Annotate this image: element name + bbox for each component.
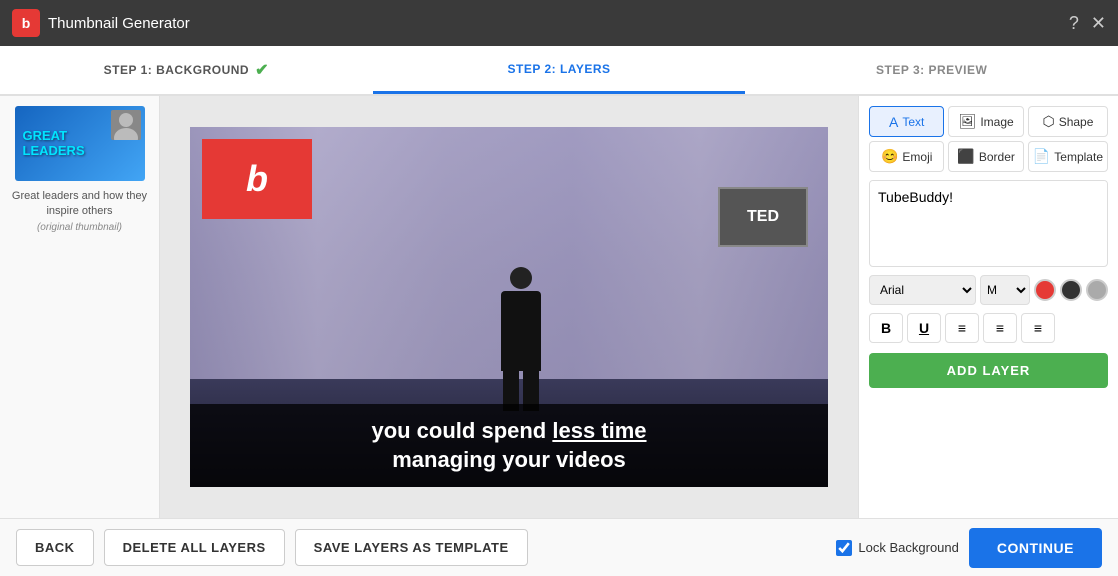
steps-bar: STEP 1: BACKGROUND ✔ STEP 2: LAYERS STEP… <box>0 46 1118 96</box>
person-body <box>501 291 541 371</box>
add-layer-button[interactable]: ADD LAYER <box>869 353 1108 388</box>
border-icon: ⬛ <box>957 148 974 165</box>
font-color-red[interactable] <box>1034 279 1056 301</box>
image-icon: 🖼 <box>959 113 977 130</box>
lock-background-label[interactable]: Lock Background <box>836 540 958 556</box>
step2-tab[interactable]: STEP 2: LAYERS <box>373 46 746 94</box>
title-bar: b Thumbnail Generator ? ✕ <box>0 0 1118 46</box>
delete-all-button[interactable]: DELETE ALL LAYERS <box>104 529 285 566</box>
canvas-area: TED b you could <box>160 96 858 518</box>
sidebar-caption-sub: (original thumbnail) <box>37 222 122 233</box>
title-bar-right: ? ✕ <box>1069 13 1106 34</box>
person-head <box>510 267 532 289</box>
sidebar-caption: Great leaders and how they inspire other… <box>10 189 149 220</box>
lock-background-text: Lock Background <box>858 540 958 555</box>
layer-buttons: A Text 🖼 Image ⬡ Shape 😊 Emoji ⬛ Bor <box>869 106 1108 172</box>
footer: BACK DELETE ALL LAYERS SAVE LAYERS AS TE… <box>0 518 1118 576</box>
font-color-dark[interactable] <box>1060 279 1082 301</box>
thumbnail-face <box>111 110 141 140</box>
font-color-gray[interactable] <box>1086 279 1108 301</box>
text-input-wrapper: TubeBuddy! <box>869 180 1108 267</box>
text-icon: A <box>889 114 898 130</box>
ted-screen: TED <box>718 187 808 247</box>
thumbnail-image: GREATLEADERS <box>15 106 145 181</box>
font-controls: Arial Georgia Helvetica M B L <box>869 275 1108 305</box>
align-center-button[interactable]: ≡ <box>983 313 1017 343</box>
emoji-icon: 😊 <box>881 148 898 165</box>
template-layer-button[interactable]: 📄 Template <box>1028 141 1108 172</box>
back-button[interactable]: BACK <box>16 529 94 566</box>
align-right-button[interactable]: ≡ <box>1021 313 1055 343</box>
format-controls: B U ≡ ≡ ≡ <box>869 313 1108 343</box>
shape-icon: ⬡ <box>1042 113 1054 130</box>
app-window: b Thumbnail Generator ? ✕ STEP 1: BACKGR… <box>0 0 1118 576</box>
app-logo: b <box>12 9 40 37</box>
title-bar-left: b Thumbnail Generator <box>12 9 190 37</box>
canvas-image: TED b you could <box>190 127 828 487</box>
font-family-select[interactable]: Arial Georgia Helvetica <box>869 275 976 305</box>
template-icon: 📄 <box>1033 148 1050 165</box>
shape-layer-button[interactable]: ⬡ Shape <box>1028 106 1108 137</box>
thumbnail-preview: GREATLEADERS <box>15 106 145 181</box>
continue-button[interactable]: CONTINUE <box>969 528 1102 568</box>
emoji-layer-button[interactable]: 😊 Emoji <box>869 141 944 172</box>
close-icon[interactable]: ✕ <box>1091 13 1106 34</box>
caption-bar: you could spend less time managing your … <box>190 404 828 487</box>
app-title: Thumbnail Generator <box>48 15 190 32</box>
logo-text: b <box>246 158 268 200</box>
save-template-button[interactable]: SAVE LAYERS AS TEMPLATE <box>295 529 528 566</box>
align-left-button[interactable]: ≡ <box>945 313 979 343</box>
font-weight-select[interactable]: M B L <box>980 275 1030 305</box>
person-silhouette <box>491 267 551 407</box>
step3-tab[interactable]: STEP 3: PREVIEW <box>745 46 1118 94</box>
sidebar: GREATLEADERS Great leaders and how they … <box>0 96 160 518</box>
help-icon[interactable]: ? <box>1069 13 1079 34</box>
tubebuddy-logo-overlay: b <box>202 139 312 219</box>
border-layer-button[interactable]: ⬛ Border <box>948 141 1023 172</box>
text-input[interactable]: TubeBuddy! <box>870 181 1107 261</box>
lock-background-checkbox[interactable] <box>836 540 852 556</box>
underline-button[interactable]: U <box>907 313 941 343</box>
step1-tab[interactable]: STEP 1: BACKGROUND ✔ <box>0 46 373 94</box>
right-panel: A Text 🖼 Image ⬡ Shape 😊 Emoji ⬛ Bor <box>858 96 1118 518</box>
step1-check-icon: ✔ <box>255 60 269 80</box>
image-layer-button[interactable]: 🖼 Image <box>948 106 1023 137</box>
main-content: GREATLEADERS Great leaders and how they … <box>0 96 1118 518</box>
bold-button[interactable]: B <box>869 313 903 343</box>
text-layer-button[interactable]: A Text <box>869 106 944 137</box>
caption-text: you could spend less time managing your … <box>210 416 808 475</box>
caption-underline: less time <box>552 418 646 443</box>
